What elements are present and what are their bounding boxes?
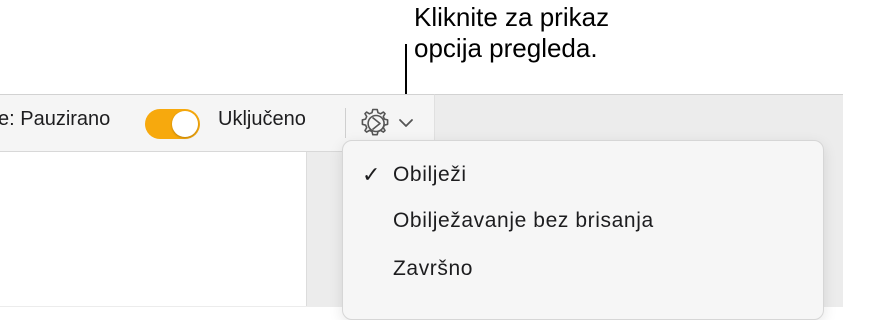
toolbar-divider	[345, 108, 346, 138]
menu-item-final[interactable]: Završno	[343, 247, 823, 291]
chevron-down-icon	[399, 119, 413, 127]
callout-line-1: Kliknite za prikaz	[414, 2, 610, 32]
pause-toggle[interactable]	[145, 109, 200, 139]
view-options-button[interactable]	[360, 107, 418, 139]
checkmark-icon: ✓	[362, 162, 382, 187]
toggle-state-label: Uključeno	[218, 108, 306, 130]
menu-item-label: Obilježavanje bez brisanja	[393, 209, 654, 232]
callout-annotation: Kliknite za prikaz opcija pregleda.	[414, 2, 609, 64]
callout-line-2: opcija pregleda.	[414, 33, 598, 63]
status-label: e: Pauzirano	[0, 108, 111, 130]
menu-item-markup-no-deletions[interactable]: Obilježavanje bez brisanja	[343, 199, 823, 243]
toggle-knob	[172, 111, 198, 137]
sidebar-pane	[0, 152, 307, 306]
view-options-menu: ✓ Obilježi Obilježavanje bez brisanja Za…	[342, 140, 824, 320]
menu-item-markup[interactable]: ✓ Obilježi	[343, 153, 823, 197]
menu-item-label: Završno	[393, 257, 474, 280]
menu-item-label: Obilježi	[393, 163, 467, 186]
